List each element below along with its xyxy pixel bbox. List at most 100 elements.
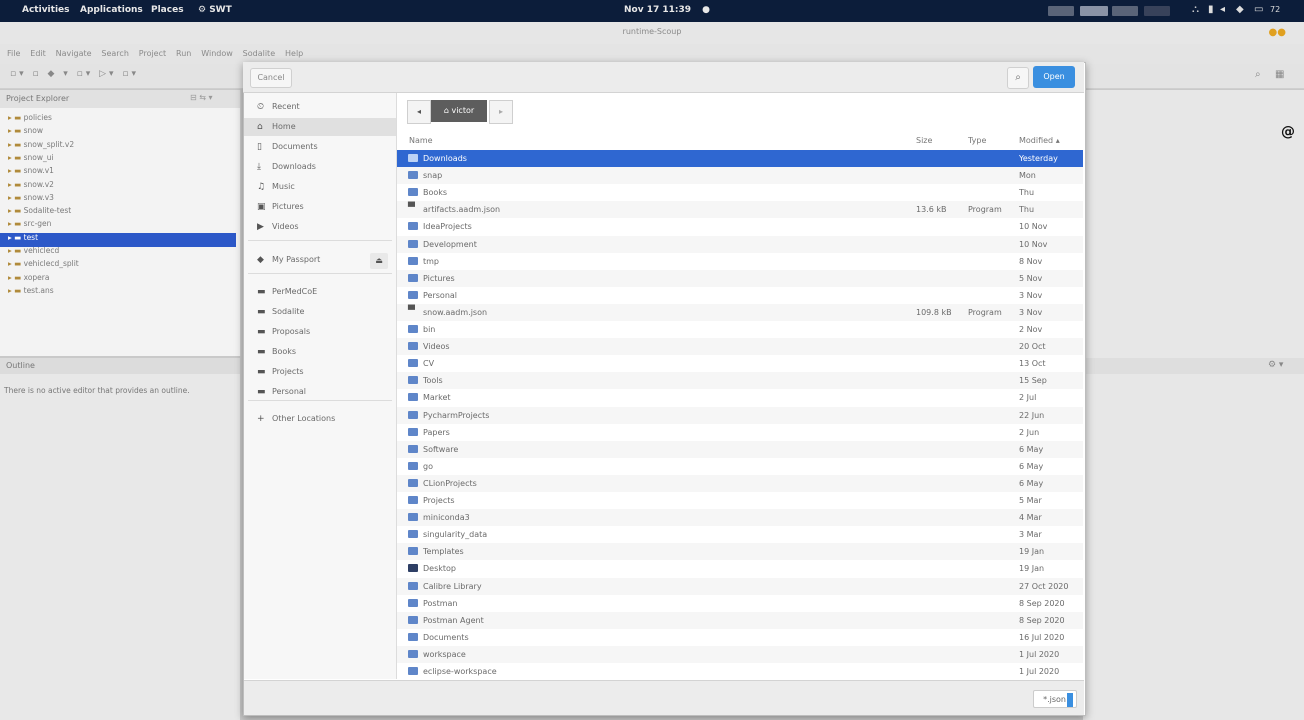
perspective-icon[interactable]: ▦ xyxy=(1275,69,1284,80)
place-item[interactable]: ▬ Personal xyxy=(244,383,396,401)
column-modified[interactable]: Modified ▴ xyxy=(1019,136,1060,145)
file-row[interactable]: Books Thu xyxy=(397,184,1083,201)
tree-item[interactable]: ▸ ▬ vehiclecd xyxy=(8,246,59,260)
place-item[interactable]: ▬ Proposals xyxy=(244,323,396,341)
file-row[interactable]: Personal 3 Nov xyxy=(397,287,1083,304)
place-item[interactable]: ⤓ Downloads xyxy=(244,158,396,176)
place-item[interactable]: ▯ Documents xyxy=(244,138,396,156)
menu-help[interactable]: Help xyxy=(285,49,303,58)
place-item[interactable]: + Other Locations xyxy=(244,410,396,428)
tree-item[interactable]: ▸ ▬ snow_split.v2 xyxy=(8,140,74,154)
applications-menu[interactable]: Applications xyxy=(80,5,143,15)
file-row[interactable]: Papers 2 Jun xyxy=(397,424,1083,441)
tree-item[interactable]: ▸ ▬ snow xyxy=(8,126,43,140)
path-back-button[interactable]: ◂ xyxy=(407,100,431,124)
file-row[interactable]: PycharmProjects 22 Jun xyxy=(397,406,1083,424)
tree-item[interactable]: ▸ ▬ Sodalite-test xyxy=(8,206,71,220)
place-item[interactable]: ⌂ Home xyxy=(244,118,396,136)
app-menu[interactable]: ⚙ SWT xyxy=(198,5,232,15)
tree-item[interactable]: ▸ ▬ src-gen xyxy=(8,219,51,233)
file-row[interactable]: snap Mon xyxy=(397,167,1083,185)
file-row[interactable]: Software 6 May xyxy=(397,440,1083,458)
cancel-button[interactable]: Cancel xyxy=(250,68,292,88)
place-item[interactable]: ▶ Videos xyxy=(244,218,396,236)
file-row[interactable]: Market 2 Jul xyxy=(397,389,1083,406)
menu-window[interactable]: Window xyxy=(201,49,233,58)
place-item[interactable]: ▬ Sodalite xyxy=(244,303,396,321)
file-row[interactable]: Desktop 19 Jan xyxy=(397,560,1083,577)
menu-edit[interactable]: Edit xyxy=(30,49,46,58)
tree-item[interactable]: ▸ ▬ policies xyxy=(8,113,52,127)
file-row[interactable]: Projects 5 Mar xyxy=(397,492,1083,509)
file-row[interactable]: Documents 16 Jul 2020 xyxy=(397,629,1083,646)
file-row[interactable]: Videos 20 Oct xyxy=(397,338,1083,356)
file-row[interactable]: IdeaProjects 10 Nov xyxy=(397,218,1083,235)
place-item[interactable]: ⏲ Recent xyxy=(244,98,396,116)
toolbar-icons[interactable]: ▫▾ ▫ ◆ ▾ ▫▾ ▷▾ ▫▾ xyxy=(10,69,139,79)
file-row[interactable]: singularity_data 3 Mar xyxy=(397,526,1083,543)
tree-item[interactable]: ▸ ▬ snow.v3 xyxy=(8,193,54,207)
tree-item[interactable]: ▸ ▬ snow.v1 xyxy=(8,166,54,180)
menu-sodalite[interactable]: Sodalite xyxy=(243,49,275,58)
file-row[interactable]: ▀ artifacts.aadm.json 13.6 kB Program Thu xyxy=(397,201,1083,219)
tray-indicator-1[interactable] xyxy=(1048,6,1074,16)
clock[interactable]: Nov 17 11:39 ● xyxy=(624,5,710,15)
tree-item[interactable]: ▸ ▬ xopera xyxy=(8,273,49,287)
place-item[interactable]: ♫ Music xyxy=(244,178,396,196)
tray-indicator-4[interactable] xyxy=(1144,6,1170,16)
column-size[interactable]: Size xyxy=(916,136,932,145)
file-row[interactable]: Downloads Yesterday xyxy=(397,150,1083,167)
path-forward-button[interactable]: ▸ xyxy=(489,100,513,124)
search-icon[interactable]: ⌕ xyxy=(1255,69,1261,80)
project-explorer-title[interactable]: Project Explorer xyxy=(6,94,69,103)
outline-title[interactable]: Outline xyxy=(6,361,35,370)
tree-item[interactable]: ▸ ▬ snow_ui xyxy=(8,153,54,167)
power-menu-icon[interactable]: ◆ xyxy=(1236,4,1244,15)
tray-indicator-3[interactable] xyxy=(1112,6,1138,16)
file-row[interactable]: ▀ snow.aadm.json 109.8 kB Program 3 Nov xyxy=(397,303,1083,321)
file-row[interactable]: Postman Agent 8 Sep 2020 xyxy=(397,611,1083,629)
file-row[interactable]: CV 13 Oct xyxy=(397,355,1083,372)
open-button[interactable]: Open xyxy=(1033,66,1075,88)
column-type[interactable]: Type xyxy=(968,136,986,145)
view-menu-icon[interactable]: ⚙ ▾ xyxy=(1268,360,1283,370)
file-row[interactable]: bin 2 Nov xyxy=(397,321,1083,338)
file-row[interactable]: CLionProjects 6 May xyxy=(397,474,1083,492)
tree-item[interactable]: ▸ ▬ vehiclecd_split xyxy=(8,259,79,273)
tree-item[interactable]: ▸ ▬ snow.v2 xyxy=(8,180,54,194)
place-item[interactable]: ▬ PerMedCoE xyxy=(244,283,396,301)
file-row[interactable]: tmp 8 Nov xyxy=(397,253,1083,270)
path-home-button[interactable]: ⌂ victor xyxy=(431,100,487,122)
file-row[interactable]: Development 10 Nov xyxy=(397,235,1083,253)
file-row[interactable]: Pictures 5 Nov xyxy=(397,269,1083,287)
view-toolbar-icons[interactable]: ⊟ ⇆ ▾ xyxy=(190,93,213,102)
tree-item[interactable]: ▸ ▬ test xyxy=(0,232,236,247)
place-item[interactable]: ▬ Books xyxy=(244,343,396,361)
place-item[interactable]: ▣ Pictures xyxy=(244,198,396,216)
menu-project[interactable]: Project xyxy=(139,49,166,58)
eject-icon[interactable]: ⏏ xyxy=(370,253,388,269)
tray-indicator-2[interactable] xyxy=(1080,6,1108,16)
place-item[interactable]: ▬ Projects xyxy=(244,363,396,381)
file-filter-combo[interactable]: *.json xyxy=(1033,690,1077,708)
menu-file[interactable]: File xyxy=(7,49,20,58)
menu-navigate[interactable]: Navigate xyxy=(56,49,92,58)
tree-item[interactable]: ▸ ▬ test.ans xyxy=(8,286,54,300)
menu-search[interactable]: Search xyxy=(101,49,128,58)
menu-run[interactable]: Run xyxy=(176,49,191,58)
file-row[interactable]: Templates 19 Jan xyxy=(397,543,1083,561)
search-button[interactable]: ⌕ xyxy=(1007,67,1029,89)
volume-icon[interactable]: ◂ xyxy=(1220,4,1225,15)
accessibility-icon[interactable]: ⛬ xyxy=(1192,4,1199,15)
file-row[interactable]: go 6 May xyxy=(397,458,1083,475)
network-icon[interactable]: ▮ xyxy=(1208,4,1214,15)
activities-button[interactable]: Activities xyxy=(22,5,70,15)
file-row[interactable]: Tools 15 Sep xyxy=(397,372,1083,390)
file-row[interactable]: Calibre Library 27 Oct 2020 xyxy=(397,577,1083,595)
file-row[interactable]: eclipse-workspace 1 Jul 2020 xyxy=(397,663,1083,680)
column-name[interactable]: Name xyxy=(409,136,433,145)
file-row[interactable]: workspace 1 Jul 2020 xyxy=(397,645,1083,663)
battery-icon[interactable]: ▭ xyxy=(1254,4,1263,15)
file-row[interactable]: miniconda3 4 Mar xyxy=(397,509,1083,527)
window-controls-icon[interactable]: ●● xyxy=(1269,27,1286,38)
